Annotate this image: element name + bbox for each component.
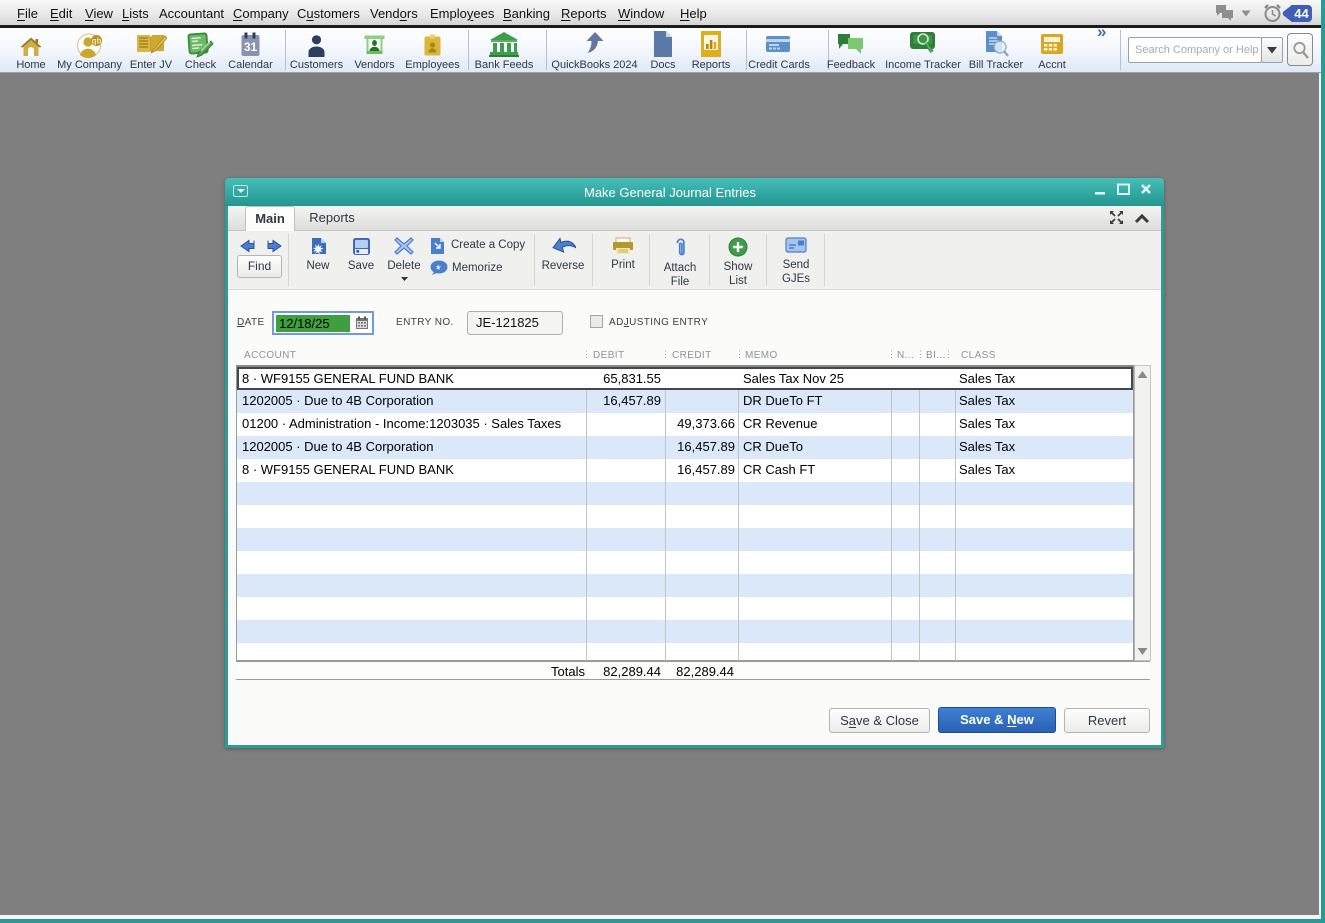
svg-text:31: 31 — [244, 40, 258, 54]
svg-text:qb: qb — [92, 37, 102, 46]
